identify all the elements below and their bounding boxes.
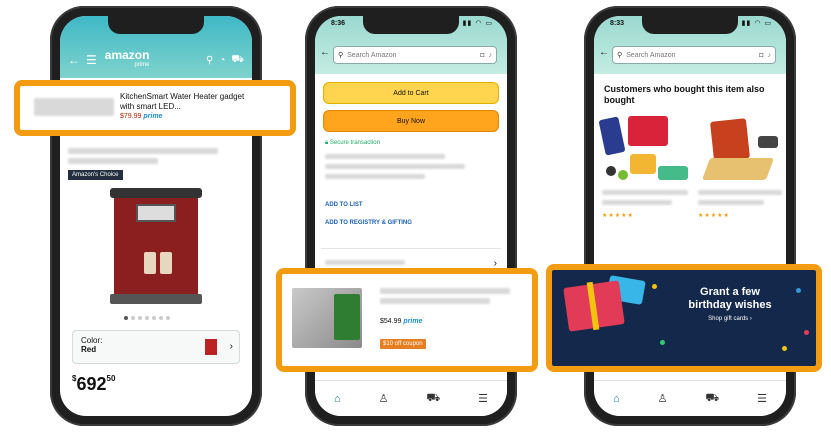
search-icon: ⚲ (617, 52, 623, 59)
bottom-nav: ⌂ ♙ ⛟ ☰ (594, 380, 786, 416)
coffee-machine-image[interactable] (104, 188, 208, 308)
highlight-gift-card-banner[interactable]: Grant a few birthday wishes Shop gift ca… (546, 264, 822, 372)
search-placeholder: Search Amazon (347, 51, 397, 59)
secure-label: Secure transaction (329, 140, 380, 146)
prime-badge: prime (403, 318, 423, 325)
cart-icon[interactable]: ⛟ (426, 392, 440, 406)
phone-left: ← ☰ amazon prime ⚲ ◔ ⛟ Amazon's Choice C… (50, 6, 262, 426)
back-icon[interactable]: ← (320, 47, 330, 58)
camera-icon[interactable]: ◘ (480, 52, 484, 59)
search-placeholder: Search Amazon (626, 51, 676, 59)
banner-heading: Grant a few (700, 286, 760, 298)
product-price: $54.99 (380, 318, 402, 325)
confetti (796, 288, 801, 293)
status-icons: ▮▮ ◠ ▭ (741, 20, 772, 27)
shop-gift-cards-link[interactable]: Shop gift cards › (670, 316, 790, 322)
back-icon[interactable]: ← (68, 53, 80, 67)
gift-card-banner[interactable]: Grant a few birthday wishes Shop gift ca… (552, 270, 816, 366)
amazons-choice-badge: Amazon's Choice (68, 170, 123, 180)
notch (642, 16, 738, 34)
account-icon[interactable]: ♙ (658, 392, 668, 405)
buy-now-button[interactable]: Buy Now (323, 110, 499, 132)
phone-left-screen: ← ☰ amazon prime ⚲ ◔ ⛟ Amazon's Choice C… (60, 16, 252, 416)
product-title-blurred (602, 200, 672, 205)
chevron-right-icon: › (229, 341, 233, 352)
add-to-cart-button[interactable]: Add to Cart (323, 82, 499, 104)
star-rating-icon: ★★★★★ (602, 213, 634, 219)
secure-transaction[interactable]: 🔒︎ Secure transaction (325, 140, 380, 147)
add-to-list-link[interactable]: ADD TO LIST (325, 202, 363, 208)
divider (321, 248, 501, 249)
delivery-blurred (325, 174, 425, 179)
home-icon[interactable]: ⌂ (334, 393, 341, 405)
notch (108, 16, 204, 34)
product-image-blurred (34, 98, 114, 116)
product-title: KitchenSmart Water Heater gadget (120, 92, 245, 101)
status-time: 8:36 (331, 20, 346, 27)
product-title-blurred (698, 190, 782, 195)
product-price: $79.99 (120, 113, 142, 120)
product-card-2[interactable]: ★★★★★ (698, 114, 786, 234)
menu-icon[interactable]: ☰ (757, 392, 767, 405)
color-label: Color: (81, 336, 103, 345)
lock-icon: 🔒︎ (325, 140, 329, 146)
return-policy-blurred (325, 164, 465, 169)
circuit-board-image (334, 294, 360, 340)
banner-text: Grant a few birthday wishes Shop gift ca… (670, 286, 790, 322)
product-title-blurred (380, 298, 490, 304)
bottom-nav: ⌂ ♙ ⛟ ☰ (315, 380, 507, 416)
camera-icon[interactable]: ◘ (759, 52, 763, 59)
seller-info-blurred (325, 154, 445, 159)
status-icons: ▮▮ ◠ ▭ (462, 20, 493, 27)
product-subtitle-blurred (68, 158, 158, 164)
mic-icon[interactable]: ♪ (489, 52, 493, 59)
confetti (652, 284, 657, 289)
product-card-1[interactable]: ★★★★★ (598, 114, 694, 234)
status-time: 8:33 (610, 20, 625, 27)
home-icon[interactable]: ⌂ (613, 393, 620, 405)
back-icon[interactable]: ← (599, 47, 609, 58)
section-title: Customers who bought this item also boug… (604, 84, 765, 105)
add-to-registry-link[interactable]: ADD TO REGISTRY & GIFTING (325, 220, 412, 226)
coupon-badge[interactable]: $10 off coupon (380, 339, 426, 349)
bell-icon[interactable]: ◔ (219, 55, 225, 66)
price-dollars: 692 (76, 374, 107, 394)
carousel-dots[interactable] (124, 316, 170, 320)
prime-badge: prime (143, 113, 163, 120)
search-icon: ⚲ (338, 52, 344, 59)
confetti (660, 340, 665, 345)
confetti (804, 330, 809, 335)
cart-icon[interactable]: ⛟ (231, 54, 244, 67)
banner-heading-line2: birthday wishes (688, 299, 772, 311)
account-icon[interactable]: ♙ (379, 392, 389, 405)
search-icon[interactable]: ⚲ (206, 55, 213, 66)
highlight-sponsored-product-bottom[interactable]: $54.99 prime $10 off coupon (276, 268, 538, 372)
new-used-offers-blurred[interactable] (325, 260, 405, 265)
color-selector[interactable]: Color: Red › (72, 330, 240, 364)
star-rating-icon: ★★★★★ (698, 213, 730, 219)
search-input[interactable]: ⚲ Search Amazon ◘ ♪ (612, 46, 776, 64)
product-price: $69250 (72, 374, 116, 394)
product-title-blurred (698, 200, 764, 205)
product-title-blurred (602, 190, 688, 195)
product-subtitle-blurred (68, 148, 218, 154)
cart-icon[interactable]: ⛟ (705, 392, 719, 406)
color-swatch (205, 339, 217, 355)
price-cents: 50 (106, 374, 116, 383)
amazon-logo[interactable]: amazon prime (105, 49, 150, 70)
notch (363, 16, 459, 34)
highlight-sponsored-product-top[interactable]: KitchenSmart Water Heater gadget with sm… (14, 80, 296, 136)
product-title-line2: with smart LED... (120, 102, 181, 111)
product-title-blurred (380, 288, 510, 294)
menu-icon[interactable]: ☰ (478, 392, 488, 405)
confetti (782, 346, 787, 351)
mic-icon[interactable]: ♪ (768, 52, 772, 59)
menu-icon[interactable]: ☰ (86, 53, 97, 67)
search-input[interactable]: ⚲ Search Amazon ◘ ♪ (333, 46, 497, 64)
